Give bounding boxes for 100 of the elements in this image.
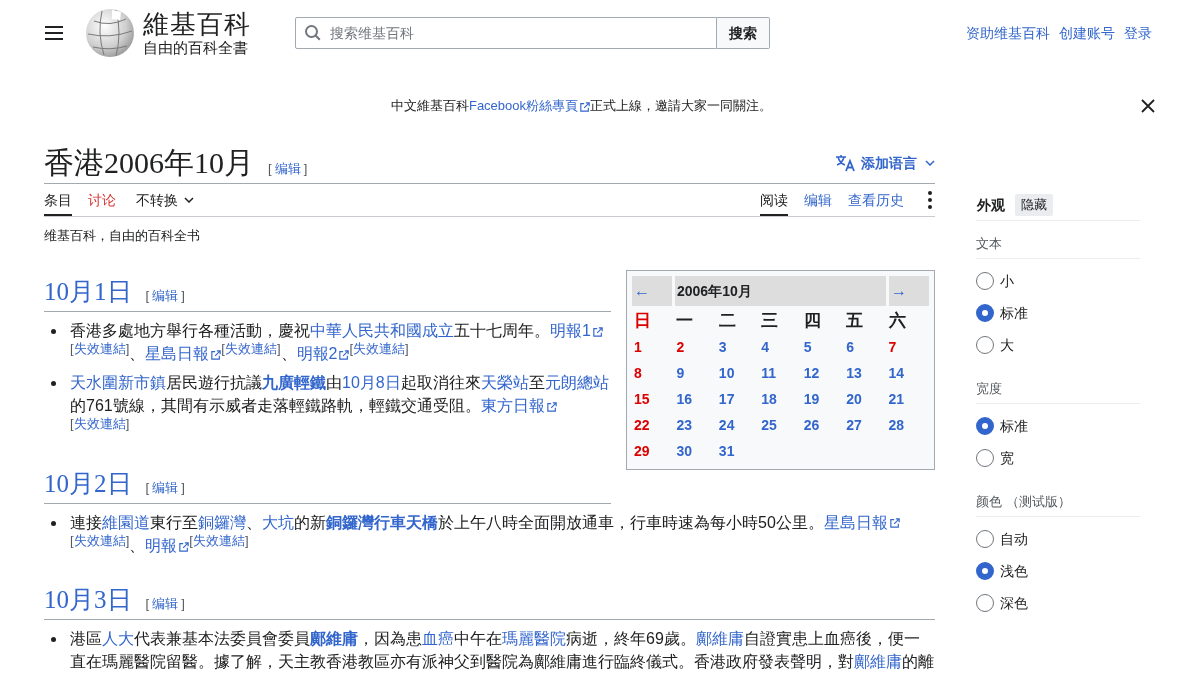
link[interactable]: 10月8日 bbox=[342, 374, 401, 392]
link[interactable]: 中華人民共和國成立 bbox=[310, 322, 454, 339]
link[interactable]: 大坑 bbox=[262, 513, 294, 531]
tab[interactable]: 讨论 bbox=[88, 184, 116, 216]
link[interactable]: 元朗總站 bbox=[544, 374, 609, 392]
calendar-day[interactable]: 16 bbox=[676, 388, 692, 410]
calendar-day[interactable]: 4 bbox=[761, 336, 770, 358]
calendar-day[interactable]: 23 bbox=[676, 414, 692, 436]
calendar-day[interactable]: 20 bbox=[846, 388, 862, 410]
calendar-day[interactable]: 7 bbox=[888, 336, 897, 358]
option-label[interactable]: 自动 bbox=[1000, 528, 1028, 550]
link[interactable]: 天水圍新市鎮 bbox=[70, 374, 166, 392]
wordmark[interactable]: 維基百科 bbox=[143, 9, 251, 39]
calendar-day[interactable]: 30 bbox=[676, 440, 692, 462]
edit-link[interactable]: [ 编辑 ] bbox=[145, 594, 185, 614]
variant-dropdown[interactable]: 不转换 bbox=[136, 184, 194, 216]
radio-button[interactable] bbox=[976, 417, 994, 435]
option-label[interactable]: 浅色 bbox=[1000, 560, 1028, 582]
external-link[interactable]: Facebook粉絲專頁 bbox=[468, 98, 579, 113]
option-label[interactable]: 大 bbox=[1000, 334, 1014, 356]
section-heading[interactable]: 10月1日 bbox=[44, 275, 132, 309]
link[interactable]: 維園道 bbox=[102, 513, 150, 531]
calendar-day[interactable]: 3 bbox=[718, 336, 727, 358]
calendar-day[interactable]: 29 bbox=[634, 440, 650, 462]
link[interactable]: 鄺維庸 bbox=[695, 630, 744, 647]
radio-button[interactable] bbox=[976, 562, 994, 580]
calendar-day[interactable]: 28 bbox=[888, 414, 905, 436]
calendar-day[interactable]: 14 bbox=[888, 362, 905, 384]
option-label[interactable]: 标准 bbox=[1000, 415, 1028, 437]
external-link[interactable]: 星島日報 bbox=[145, 345, 210, 363]
hide-button[interactable]: 隐藏 bbox=[1015, 194, 1053, 216]
prev-month-button[interactable]: ← bbox=[632, 276, 672, 306]
calendar-day[interactable]: 25 bbox=[761, 414, 777, 436]
calendar-day[interactable]: 11 bbox=[761, 362, 777, 384]
external-link[interactable]: 明報 bbox=[145, 537, 178, 554]
dead-link-note[interactable]: [失效連結] bbox=[221, 341, 281, 356]
calendar-day[interactable]: 13 bbox=[846, 362, 862, 384]
globe-logo-icon[interactable] bbox=[85, 8, 135, 58]
calendar-day[interactable]: 19 bbox=[803, 388, 820, 410]
link[interactable]: 九廣輕鐵 bbox=[262, 374, 326, 392]
link[interactable]: 鄺維庸 bbox=[854, 653, 902, 670]
external-link[interactable]: 明報1 bbox=[550, 322, 591, 339]
tab[interactable]: 编辑 bbox=[804, 184, 832, 216]
option-label[interactable]: 宽 bbox=[1000, 447, 1014, 469]
link[interactable]: 銅鑼灣 bbox=[198, 513, 246, 531]
calendar-day[interactable]: 12 bbox=[803, 362, 820, 384]
dead-link-note[interactable]: [失效連結] bbox=[189, 532, 249, 548]
option-label[interactable]: 深色 bbox=[1000, 592, 1028, 614]
option-label[interactable]: 标准 bbox=[1000, 302, 1028, 324]
link[interactable]: 銅鑼灣行車天橋 bbox=[326, 513, 438, 531]
dead-link-note[interactable]: [失效連結] bbox=[70, 341, 130, 356]
radio-button[interactable] bbox=[976, 304, 994, 322]
calendar-day[interactable]: 21 bbox=[888, 388, 905, 410]
calendar-day[interactable]: 27 bbox=[846, 414, 862, 436]
tab[interactable]: 条目 bbox=[44, 184, 72, 216]
option-label[interactable]: 小 bbox=[1000, 270, 1014, 292]
tab[interactable]: 查看历史 bbox=[848, 184, 904, 216]
link[interactable]: 瑪麗醫院 bbox=[502, 630, 566, 647]
link[interactable]: 天榮站 bbox=[480, 374, 529, 392]
user-link[interactable]: 登录 bbox=[1124, 22, 1152, 44]
calendar-day[interactable]: 2 bbox=[676, 336, 685, 358]
calendar-day[interactable]: 18 bbox=[761, 388, 777, 410]
edit-link[interactable]: [ 编辑 ] bbox=[145, 286, 185, 306]
edit-link[interactable]: [ 编辑 ] bbox=[145, 477, 185, 498]
radio-button[interactable] bbox=[976, 449, 994, 467]
section-heading[interactable]: 10月2日 bbox=[44, 466, 132, 501]
section-heading[interactable]: 10月3日 bbox=[44, 583, 132, 617]
radio-button[interactable] bbox=[976, 594, 994, 612]
search-button[interactable]: 搜索 bbox=[717, 17, 770, 49]
calendar-day[interactable]: 5 bbox=[803, 336, 812, 358]
link[interactable]: 鄺維庸 bbox=[310, 630, 358, 647]
dead-link-note[interactable]: [失效連結] bbox=[70, 416, 130, 432]
user-link[interactable]: 资助维基百科 bbox=[966, 22, 1050, 44]
calendar-day[interactable]: 8 bbox=[634, 362, 642, 384]
tab[interactable]: 阅读 bbox=[760, 184, 788, 216]
search-field[interactable]: 搜索维基百科 bbox=[295, 17, 717, 49]
calendar-day[interactable]: 1 bbox=[634, 336, 642, 358]
dead-link-note[interactable]: [失效連結] bbox=[70, 532, 130, 548]
next-month-button[interactable]: → bbox=[889, 276, 929, 306]
calendar-day[interactable]: 17 bbox=[718, 388, 735, 410]
radio-button[interactable] bbox=[976, 530, 994, 548]
language-button[interactable]: 添加语言 bbox=[835, 152, 935, 174]
link[interactable]: 血癌 bbox=[422, 630, 454, 647]
calendar-day[interactable]: 26 bbox=[803, 414, 820, 436]
calendar-day[interactable]: 9 bbox=[676, 362, 685, 384]
calendar-day[interactable]: 10 bbox=[718, 362, 735, 384]
link[interactable]: 人大 bbox=[102, 630, 134, 647]
dead-link-note[interactable]: [失效連結] bbox=[349, 341, 409, 356]
external-link[interactable]: 星島日報 bbox=[823, 513, 888, 531]
calendar-day[interactable]: 15 bbox=[634, 388, 650, 410]
menu-icon[interactable] bbox=[45, 26, 63, 40]
calendar-day[interactable]: 24 bbox=[718, 414, 735, 436]
calendar-day[interactable]: 31 bbox=[718, 440, 735, 462]
user-link[interactable]: 创建账号 bbox=[1059, 22, 1115, 44]
external-link[interactable]: 明報2 bbox=[296, 345, 338, 363]
edit-link[interactable]: [ 编辑 ] bbox=[268, 159, 308, 179]
radio-button[interactable] bbox=[976, 336, 994, 354]
close-icon[interactable] bbox=[1141, 99, 1155, 113]
radio-button[interactable] bbox=[976, 272, 994, 290]
more-options-icon[interactable] bbox=[928, 191, 932, 209]
